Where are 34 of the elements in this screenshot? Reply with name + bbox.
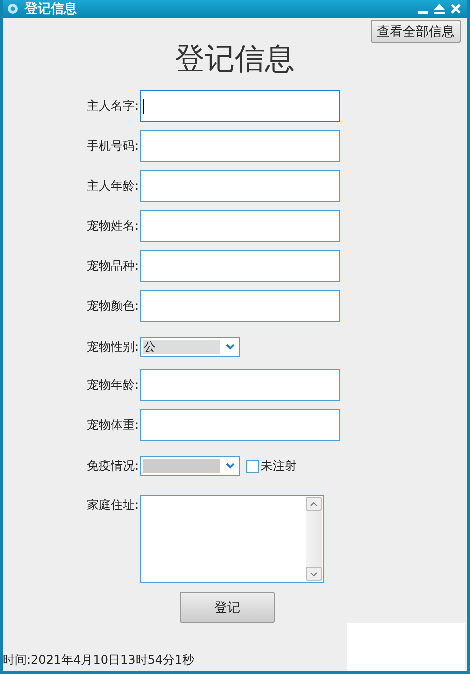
- input-field[interactable]: [140, 210, 340, 242]
- checkbox[interactable]: [246, 460, 259, 472]
- address-field[interactable]: [140, 495, 324, 583]
- field-label: 主人年龄:: [86, 178, 140, 195]
- field-label: 宠物品种:: [86, 258, 140, 275]
- close-icon[interactable]: [451, 4, 461, 14]
- field-label: 宠物颜色:: [86, 298, 140, 315]
- window-title: 登记信息: [25, 1, 77, 18]
- form-heading: 登记信息: [175, 40, 295, 78]
- field-label: 宠物体重:: [86, 417, 140, 434]
- field-label: 宠物年龄:: [86, 377, 140, 394]
- dropdown[interactable]: 公: [140, 337, 240, 357]
- view-all-button[interactable]: 查看全部信息: [371, 20, 461, 43]
- chevron-down-icon: [226, 344, 235, 350]
- register-button[interactable]: 登记: [180, 592, 275, 623]
- input-field[interactable]: [140, 290, 340, 322]
- chevron-down-icon: [226, 463, 235, 469]
- input-field[interactable]: [140, 369, 340, 401]
- input-field[interactable]: [140, 250, 340, 282]
- field-label: 家庭住址:: [86, 497, 140, 514]
- status-time: 时间:2021年4月10日13时54分1秒: [3, 652, 195, 669]
- input-field[interactable]: [140, 170, 340, 202]
- field-label: 主人名字:: [86, 98, 140, 115]
- scrollbar[interactable]: [306, 497, 322, 581]
- checkbox-label[interactable]: 未注射: [261, 458, 297, 474]
- field-label: 宠物姓名:: [86, 218, 140, 235]
- eject-icon[interactable]: [434, 4, 445, 14]
- field-label: 手机号码:: [86, 138, 140, 155]
- input-field[interactable]: [140, 130, 340, 162]
- field-label: 宠物性别:: [86, 338, 140, 356]
- field-label: 免疫情况:: [86, 458, 140, 474]
- dropdown[interactable]: [140, 456, 240, 476]
- input-field[interactable]: [140, 409, 340, 441]
- input-field[interactable]: [140, 90, 340, 122]
